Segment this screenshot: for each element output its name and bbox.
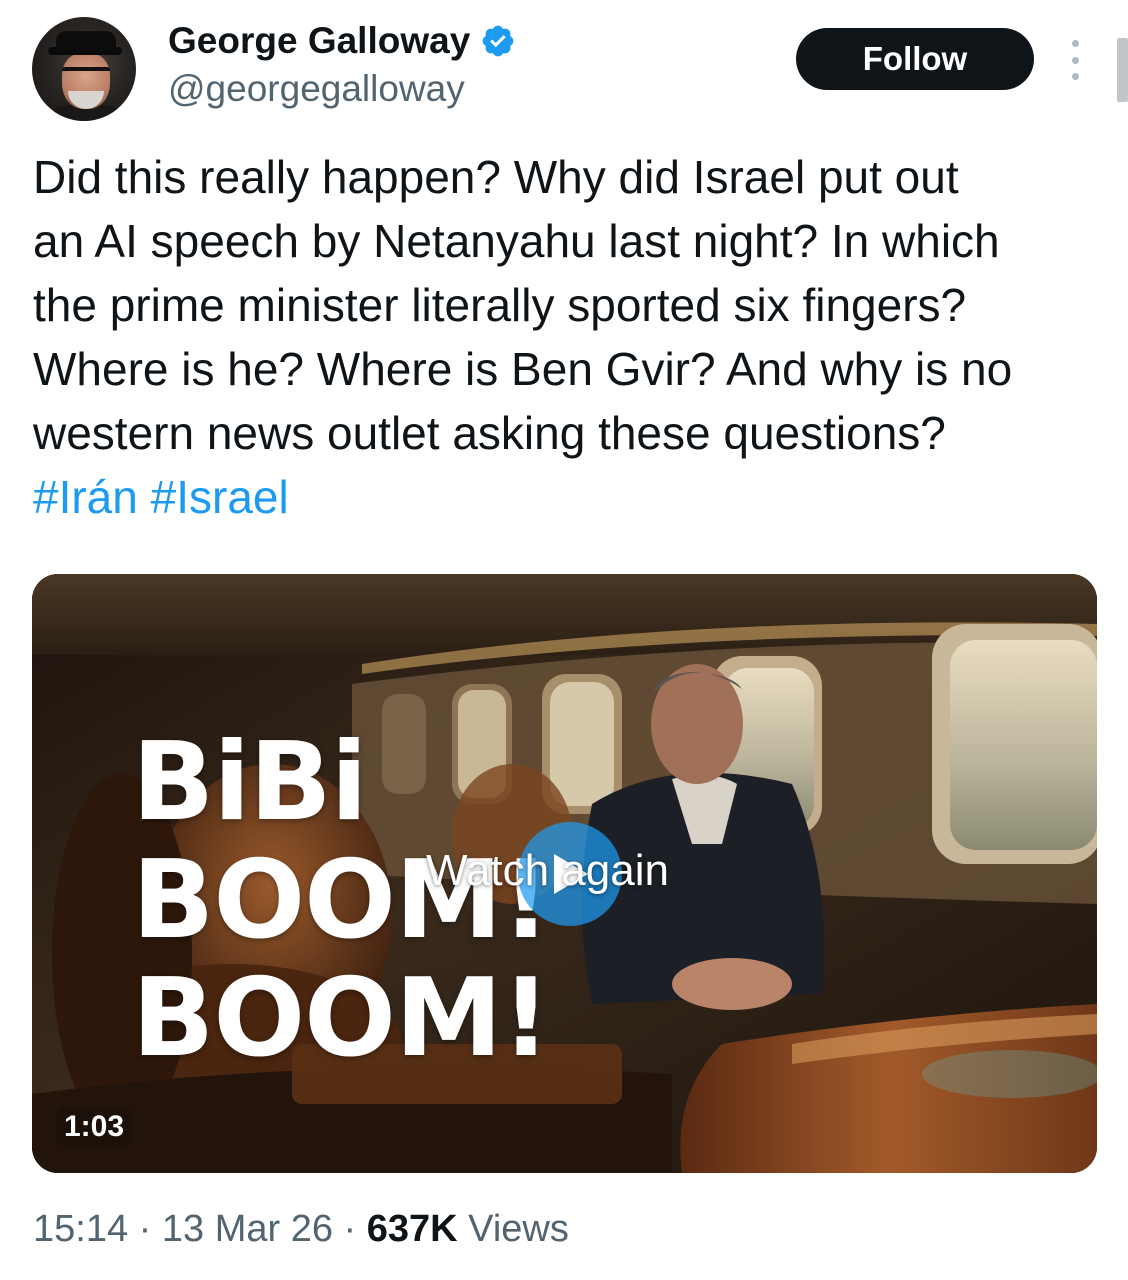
watch-again-label[interactable]: Watch again	[426, 846, 669, 896]
tweet-card: George Galloway @georgegalloway Follow D…	[0, 0, 1128, 1280]
more-vertical-icon[interactable]	[1062, 40, 1088, 80]
meta-separator: ·	[128, 1208, 162, 1250]
tweet-text-line: western news outlet asking these questio…	[33, 407, 946, 459]
tweet-text-line: the prime minister literally sported six…	[33, 279, 967, 331]
video-player[interactable]: BiBi BOOM! BOOM! Watch again 1:03	[32, 574, 1097, 1173]
video-overlay-title: BiBi BOOM! BOOM!	[132, 720, 551, 1081]
views-label: Views	[468, 1208, 569, 1250]
author-display-name[interactable]: George Galloway	[168, 20, 470, 62]
tweet-text-line: Did this really happen? Why did Israel p…	[33, 151, 959, 203]
author-handle[interactable]: @georgegalloway	[168, 68, 465, 110]
avatar[interactable]	[32, 17, 136, 121]
hashtag-iran[interactable]: #Irán	[33, 471, 138, 523]
meta-separator: ·	[332, 1208, 367, 1250]
tweet-date[interactable]: 13 Mar 26	[162, 1208, 333, 1250]
overlay-title-line: BOOM!	[132, 956, 551, 1081]
tweet-time[interactable]: 15:14	[33, 1208, 128, 1250]
scrollbar-thumb[interactable]	[1117, 38, 1128, 102]
views-count: 637K	[366, 1208, 458, 1250]
hashtag-row: #Irán #Israel	[33, 465, 1103, 529]
tweet-meta: 15:14 · 13 Mar 26 · 637K Views	[33, 1208, 569, 1251]
tweet-text: Did this really happen? Why did Israel p…	[33, 145, 1103, 529]
overlay-title-line: BiBi	[132, 720, 368, 845]
follow-button[interactable]: Follow	[796, 28, 1034, 90]
video-duration-badge: 1:03	[56, 1108, 133, 1146]
verified-badge-icon	[482, 25, 514, 57]
author-name-row[interactable]: George Galloway	[168, 18, 516, 64]
tweet-text-line: Where is he? Where is Ben Gvir? And why …	[33, 343, 1013, 395]
tweet-text-line: an AI speech by Netanyahu last night? In…	[33, 215, 1000, 267]
hashtag-israel[interactable]: #Israel	[151, 471, 289, 523]
